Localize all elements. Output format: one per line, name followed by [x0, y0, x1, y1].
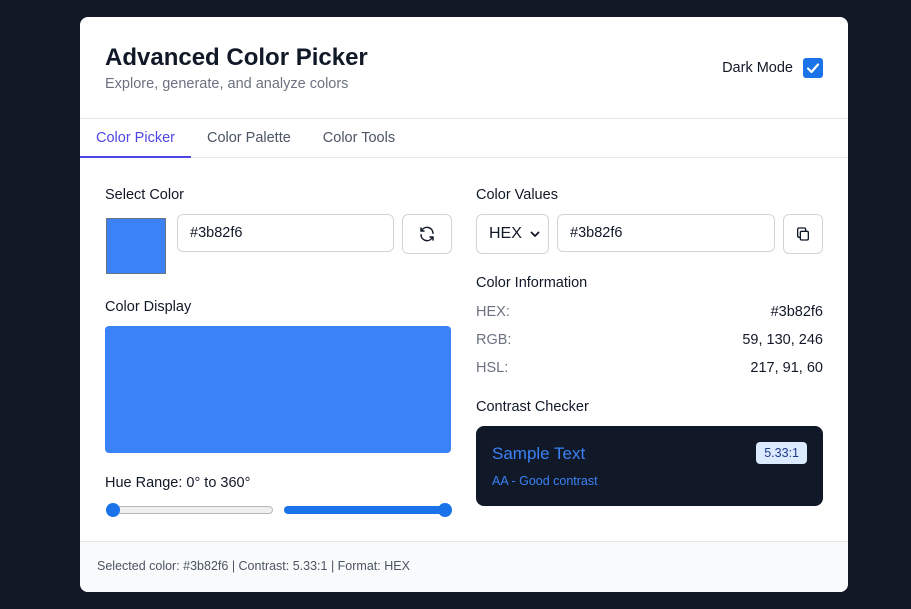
- refresh-icon: [420, 226, 434, 242]
- select-color-label: Select Color: [105, 187, 184, 203]
- hex-color-input[interactable]: #3b82f6: [177, 214, 394, 252]
- chevron-down-icon: [530, 231, 540, 237]
- info-value: #3b82f6: [770, 304, 823, 320]
- contrast-ratio-badge: 5.33:1: [756, 442, 807, 464]
- contrast-checker-label: Contrast Checker: [476, 399, 589, 415]
- hue-range-label: Hue Range: 0° to 360°: [105, 475, 251, 491]
- tab-bar: Color Picker Color Palette Color Tools: [80, 119, 848, 158]
- copy-icon: [797, 227, 809, 241]
- color-values-label: Color Values: [476, 187, 558, 203]
- dark-mode-label: Dark Mode: [722, 60, 793, 76]
- info-key: RGB:: [476, 332, 512, 348]
- checkmark-icon: [806, 63, 820, 74]
- status-bar: Selected color: #3b82f6 | Contrast: 5.33…: [80, 541, 848, 592]
- format-selected: HEX: [489, 225, 522, 242]
- dark-mode-toggle[interactable]: Dark Mode: [722, 58, 823, 78]
- sample-text: Sample Text: [492, 444, 586, 463]
- header: Advanced Color Picker Explore, generate,…: [80, 17, 848, 119]
- color-information-label: Color Information: [476, 275, 588, 291]
- hue-max-thumb[interactable]: [438, 503, 452, 517]
- format-select[interactable]: HEX: [476, 214, 549, 254]
- color-value-input[interactable]: #3b82f6: [557, 214, 775, 252]
- info-value: 59, 130, 246: [742, 332, 823, 348]
- page-subtitle: Explore, generate, and analyze colors: [105, 76, 349, 92]
- randomize-button[interactable]: [402, 214, 452, 254]
- color-picker-card: Advanced Color Picker Explore, generate,…: [80, 17, 848, 592]
- color-display-label: Color Display: [105, 299, 192, 315]
- status-text: Selected color: #3b82f6 | Contrast: 5.33…: [97, 559, 410, 573]
- dark-mode-checkbox[interactable]: [803, 58, 823, 78]
- tab-color-palette[interactable]: Color Palette: [191, 119, 307, 157]
- info-row-hsl: HSL: 217, 91, 60: [476, 360, 823, 376]
- color-display: [105, 326, 451, 453]
- tab-color-tools[interactable]: Color Tools: [307, 119, 411, 157]
- contrast-preview: Sample Text AA - Good contrast 5.33:1: [476, 426, 823, 506]
- hue-max-slider[interactable]: [284, 506, 448, 514]
- info-row-rgb: RGB: 59, 130, 246: [476, 332, 823, 348]
- page-title: Advanced Color Picker: [105, 44, 368, 71]
- hue-min-thumb[interactable]: [106, 503, 120, 517]
- info-key: HEX:: [476, 304, 510, 320]
- contrast-rating: AA - Good contrast: [492, 474, 598, 488]
- hue-min-slider[interactable]: [113, 506, 273, 514]
- info-key: HSL:: [476, 360, 509, 376]
- tab-color-picker[interactable]: Color Picker: [80, 119, 191, 158]
- info-value: 217, 91, 60: [750, 360, 823, 376]
- color-swatch-input[interactable]: [106, 218, 166, 274]
- info-row-hex: HEX: #3b82f6: [476, 304, 823, 320]
- copy-button[interactable]: [783, 214, 823, 254]
